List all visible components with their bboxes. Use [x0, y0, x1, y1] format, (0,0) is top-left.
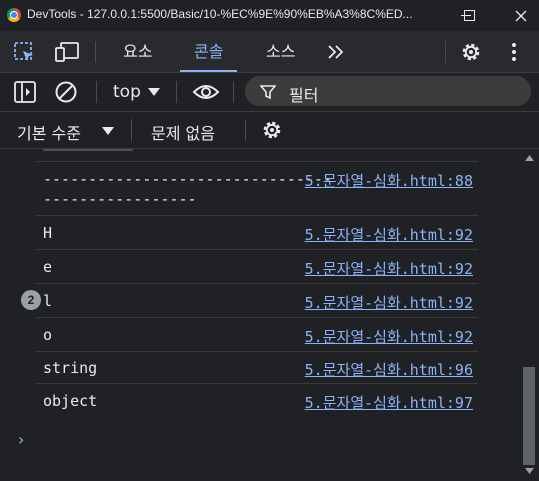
log-message: object: [43, 392, 98, 410]
log-message: e: [43, 258, 53, 276]
separator: [176, 81, 177, 103]
console-row: o 5.문자열-심화.html:92: [36, 318, 478, 352]
close-window-button[interactable]: [503, 0, 539, 31]
maximize-button[interactable]: [451, 0, 487, 31]
live-expression-eye-icon[interactable]: [192, 81, 220, 103]
console-row: object 5.문자열-심화.html:97: [36, 384, 478, 417]
console-row: -------------------------------- -------…: [36, 162, 478, 216]
console-output: -------------------------------- -------…: [0, 149, 520, 481]
context-label: top: [113, 82, 141, 102]
device-toolbar-icon[interactable]: [54, 40, 80, 64]
source-link[interactable]: 5.문자열-심화.html:92: [305, 292, 473, 313]
issues-counter[interactable]: 문제 없음: [151, 120, 215, 144]
console-row: l 5.문자열-심화.html:92: [36, 284, 478, 318]
console-prompt[interactable]: ›: [18, 430, 24, 449]
log-level-dropdown[interactable]: 기본 수준: [17, 120, 81, 144]
log-message: l: [43, 292, 53, 310]
separator: [245, 119, 246, 141]
clipped-message: [43, 149, 133, 151]
console-row: string 5.문자열-심화.html:96: [36, 352, 478, 384]
chevron-down-icon[interactable]: [147, 87, 161, 97]
console-row: H 5.문자열-심화.html:92: [36, 216, 478, 250]
source-link[interactable]: 5.문자열-심화.html:92: [305, 258, 473, 279]
more-tabs-icon[interactable]: [326, 43, 346, 61]
tab-console[interactable]: 콘솔: [179, 31, 239, 72]
scroll-down-arrow-icon[interactable]: [525, 468, 534, 474]
chevron-down-icon[interactable]: [101, 126, 115, 136]
separator: [445, 41, 446, 63]
filter-input[interactable]: [245, 76, 531, 106]
maximize-icon: [463, 10, 475, 21]
log-message: o: [43, 326, 53, 344]
separator: [233, 81, 234, 103]
scroll-up-arrow-icon[interactable]: [525, 155, 534, 161]
title-bar: DevTools - 127.0.0.1:5500/Basic/10-%EC%9…: [0, 0, 539, 31]
source-link[interactable]: 5.문자열-심화.html:96: [305, 359, 473, 380]
separator: [95, 41, 96, 63]
source-link[interactable]: 5.문자열-심화.html:92: [305, 224, 473, 245]
separator: [96, 81, 97, 103]
close-icon: [515, 10, 527, 21]
source-link[interactable]: 5.문자열-심화.html:97: [305, 392, 473, 413]
scrollbar-thumb[interactable]: [523, 367, 535, 465]
log-message: --------------------------------: [43, 170, 332, 188]
console-scrollbar[interactable]: [520, 149, 539, 481]
console-toolbar-secondary: 기본 수준 문제 없음: [0, 112, 539, 149]
settings-gear-icon[interactable]: [459, 40, 483, 64]
console-settings-gear-icon[interactable]: [260, 118, 284, 142]
filter-placeholder: 필터: [289, 86, 319, 105]
console-toolbar: top 필터: [0, 73, 539, 112]
separator: [131, 119, 132, 141]
more-options-icon[interactable]: [509, 41, 519, 63]
tab-sources[interactable]: 소스: [266, 31, 295, 72]
repeat-count-badge: 2: [21, 290, 41, 310]
source-link[interactable]: 5.문자열-심화.html:92: [305, 326, 473, 347]
source-link[interactable]: 5.문자열-심화.html:88: [305, 170, 473, 191]
filter-icon: [260, 85, 276, 100]
log-message-wrap: -----------------: [43, 190, 197, 208]
console-row-clipped: [36, 149, 478, 162]
chrome-logo-icon: [7, 8, 21, 22]
context-selector[interactable]: top: [113, 82, 141, 102]
tab-elements[interactable]: 요소: [123, 31, 152, 72]
console-row: e 5.문자열-심화.html:92: [36, 250, 478, 284]
log-message: H: [43, 224, 53, 242]
window-title: DevTools - 127.0.0.1:5500/Basic/10-%EC%9…: [27, 7, 413, 21]
clear-console-icon[interactable]: [54, 80, 78, 104]
log-message: string: [43, 359, 98, 377]
devtools-tab-bar: 요소 콘솔 소스: [0, 31, 539, 73]
sidebar-toggle-icon[interactable]: [13, 80, 37, 104]
inspect-element-icon[interactable]: [12, 40, 36, 64]
